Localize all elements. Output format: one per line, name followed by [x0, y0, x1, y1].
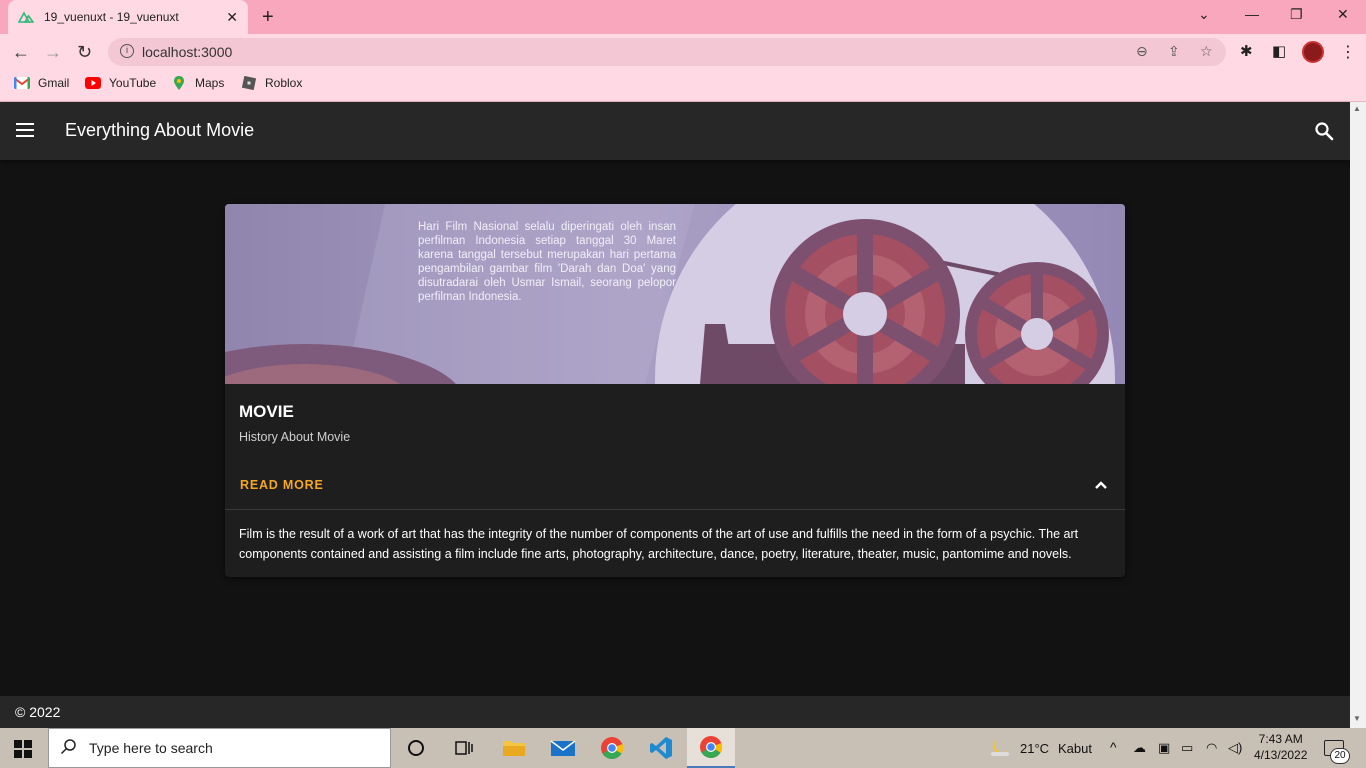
read-more-button[interactable]: READ MORE: [240, 478, 324, 492]
search-icon[interactable]: [1314, 121, 1334, 141]
cortana-icon[interactable]: [401, 733, 431, 763]
image-caption: Hari Film Nasional selalu diperingati ol…: [418, 221, 676, 303]
maps-icon: [174, 76, 184, 90]
bookmark-label: Gmail: [38, 76, 70, 90]
notification-count-badge: 20: [1330, 748, 1350, 764]
footer: © 2022: [0, 696, 1350, 728]
card-title: MOVIE: [239, 402, 294, 421]
bookmark-label: Maps: [195, 76, 225, 90]
forward-icon[interactable]: →: [44, 42, 62, 63]
battery-icon[interactable]: ▭: [1181, 740, 1193, 756]
weather-text[interactable]: Kabut: [1058, 741, 1092, 756]
bookmark-label: YouTube: [109, 76, 157, 90]
scroll-up-arrow-icon[interactable]: ▲: [1353, 104, 1361, 113]
file-explorer-icon[interactable]: [499, 733, 529, 763]
meet-icon[interactable]: ▣: [1158, 740, 1170, 756]
chrome-icon[interactable]: [597, 733, 627, 763]
vscode-icon[interactable]: [646, 733, 676, 763]
bookmark-star-icon[interactable]: ☆: [1200, 43, 1213, 60]
side-panel-icon[interactable]: ◧: [1272, 42, 1286, 60]
search-icon: [60, 739, 76, 755]
windows-start-icon[interactable]: [14, 740, 32, 758]
temperature-text[interactable]: 21°C: [1020, 741, 1049, 756]
chevron-up-icon[interactable]: [1094, 478, 1108, 492]
page-scrollbar[interactable]: [1350, 102, 1366, 728]
browser-tab[interactable]: 19_vuenuxt - 19_vuenuxt ✕: [8, 0, 248, 34]
profile-avatar[interactable]: [1302, 41, 1324, 63]
new-tab-button[interactable]: +: [262, 6, 274, 29]
menu-icon[interactable]: [16, 123, 34, 137]
reload-icon[interactable]: ↻: [77, 42, 92, 63]
gmail-icon: [14, 77, 30, 89]
youtube-icon: [85, 77, 101, 89]
share-icon[interactable]: ⇪: [1168, 43, 1180, 60]
taskbar-search-input[interactable]: Type here to search: [48, 728, 391, 768]
clock-time: 7:43 AM: [1258, 732, 1303, 746]
card-body-text: Film is the result of a work of art that…: [239, 527, 1079, 561]
movie-card: Hari Film Nasional selalu diperingati ol…: [225, 204, 1125, 577]
close-tab-icon[interactable]: ✕: [226, 9, 238, 26]
bookmark-youtube[interactable]: YouTube: [85, 76, 156, 90]
restore-button[interactable]: ❐: [1290, 6, 1303, 23]
app-root: Everything About Movie Hari Film Nasiona…: [0, 102, 1350, 728]
footer-copyright: © 2022: [15, 704, 61, 720]
scroll-down-arrow-icon[interactable]: ▼: [1353, 714, 1361, 723]
system-clock[interactable]: 7:43 AM 4/13/2022: [1254, 731, 1307, 763]
task-view-icon[interactable]: [449, 733, 479, 763]
address-bar[interactable]: [108, 38, 1226, 66]
card-image: Hari Film Nasional selalu diperingati ol…: [225, 204, 1125, 384]
extensions-icon[interactable]: ✱: [1240, 42, 1253, 60]
divider: [225, 509, 1125, 510]
bookmark-maps[interactable]: Maps: [171, 76, 224, 90]
clock-date: 4/13/2022: [1254, 748, 1308, 762]
show-hidden-icons-chevron-icon[interactable]: ^: [1110, 739, 1117, 755]
onedrive-icon[interactable]: ☁: [1133, 740, 1146, 756]
zoom-icon[interactable]: ⊖: [1136, 43, 1148, 60]
tab-title: 19_vuenuxt - 19_vuenuxt: [44, 10, 179, 24]
nuxt-icon: [18, 11, 34, 23]
card-subtitle: History About Movie: [239, 430, 351, 444]
minimize-button[interactable]: —: [1245, 6, 1259, 22]
app-title: Everything About Movie: [65, 120, 255, 140]
bookmark-gmail[interactable]: Gmail: [14, 76, 69, 90]
roblox-icon: [241, 76, 257, 90]
back-icon[interactable]: ←: [12, 42, 30, 63]
site-info-icon[interactable]: i: [120, 44, 134, 58]
volume-icon[interactable]: ◁): [1228, 740, 1242, 756]
bookmark-label: Roblox: [265, 76, 303, 90]
close-window-button[interactable]: ✕: [1337, 6, 1349, 23]
url-text[interactable]: localhost:3000: [142, 44, 232, 60]
app-bar: Everything About Movie: [0, 102, 1350, 160]
browser-menu-icon[interactable]: ⋮: [1340, 42, 1356, 62]
chrome-active-icon[interactable]: [687, 728, 735, 768]
wifi-icon[interactable]: ◠: [1206, 740, 1217, 756]
search-placeholder: Type here to search: [89, 740, 213, 756]
mail-icon[interactable]: [548, 733, 578, 763]
bookmark-roblox[interactable]: Roblox: [241, 76, 302, 90]
weather-moon-icon[interactable]: [988, 737, 1012, 759]
tab-search-chevron-icon[interactable]: ⌄: [1198, 6, 1210, 23]
